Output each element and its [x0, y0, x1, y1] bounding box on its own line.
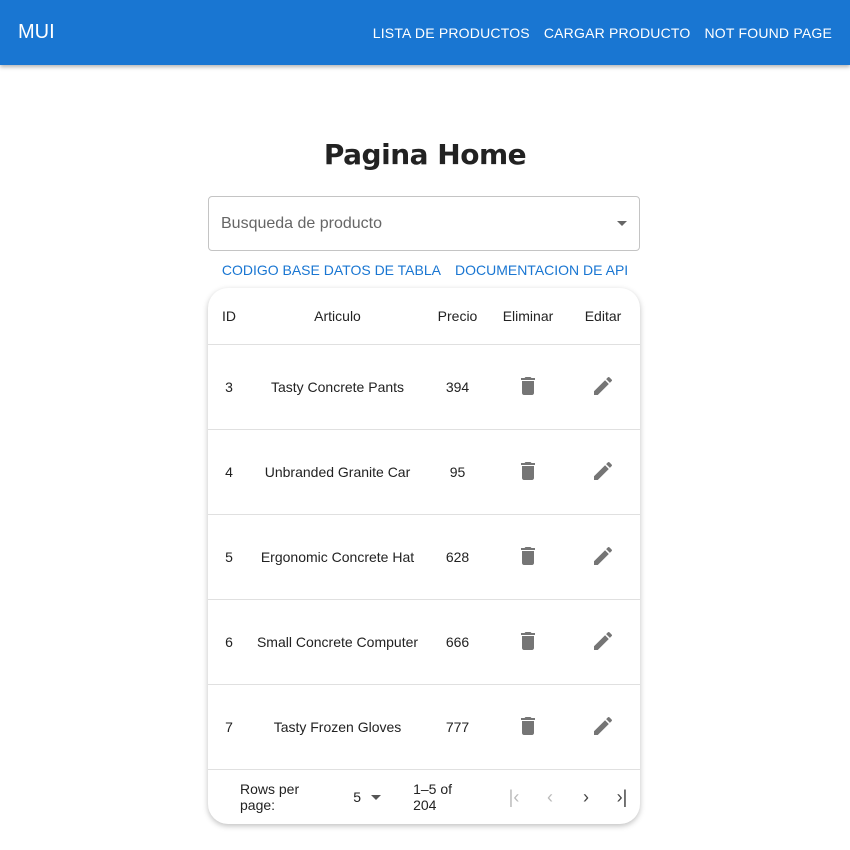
links: CODIGO BASE DATOS DE TABLA DOCUMENTACION… — [0, 262, 850, 278]
page-range: 1–5 of 204 — [413, 781, 453, 813]
pagination: Rows per page: 5 1–5 of 204 |‹ ‹ › ›| — [208, 770, 640, 824]
col-articulo: Articulo — [314, 308, 361, 324]
trash-icon[interactable] — [516, 459, 540, 486]
pencil-icon[interactable] — [591, 544, 615, 571]
cell-precio: 394 — [445, 379, 470, 395]
table-row: 5 Ergonomic Concrete Hat 628 — [208, 515, 640, 600]
cell-articulo: Unbranded Granite Car — [264, 464, 411, 480]
search-input[interactable]: Busqueda de producto — [208, 196, 640, 251]
rows-per-page-value: 5 — [353, 789, 362, 805]
col-precio: Precio — [437, 308, 478, 324]
cell-id: 5 — [225, 549, 233, 565]
cell-id: 7 — [225, 719, 233, 735]
cell-articulo: Small Concrete Computer — [256, 634, 419, 650]
col-id: ID — [222, 308, 236, 324]
pencil-icon[interactable] — [591, 459, 615, 486]
pencil-icon[interactable] — [591, 374, 615, 401]
dropdown-arrow-icon[interactable] — [617, 221, 627, 226]
link-codigo-base[interactable]: CODIGO BASE DATOS DE TABLA — [222, 262, 441, 278]
nav-lista-productos[interactable]: LISTA DE PRODUCTOS — [373, 21, 530, 45]
table-row: 6 Small Concrete Computer 666 — [208, 600, 640, 685]
trash-icon[interactable] — [516, 714, 540, 741]
logo[interactable]: MUI — [18, 21, 55, 44]
trash-icon[interactable] — [516, 629, 540, 656]
search-placeholder: Busqueda de producto — [221, 214, 383, 232]
cell-id: 6 — [225, 634, 233, 650]
products-table: ID Articulo Precio Eliminar Editar 3 Tas… — [208, 288, 640, 824]
table-row: 7 Tasty Frozen Gloves 777 — [208, 685, 640, 770]
cell-precio: 95 — [449, 464, 466, 480]
table-row: 4 Unbranded Granite Car 95 — [208, 430, 640, 515]
nav: LISTA DE PRODUCTOS CARGAR PRODUCTO NOT F… — [373, 21, 832, 45]
nav-cargar-producto[interactable]: CARGAR PRODUCTO — [544, 21, 691, 45]
prev-page-icon[interactable]: ‹ — [532, 787, 568, 808]
cell-precio: 628 — [445, 549, 470, 565]
cell-id: 4 — [225, 464, 233, 480]
pencil-icon[interactable] — [591, 629, 615, 656]
trash-icon[interactable] — [516, 374, 540, 401]
app-bar: MUI LISTA DE PRODUCTOS CARGAR PRODUCTO N… — [0, 0, 850, 65]
next-page-icon[interactable]: › — [568, 787, 604, 808]
cell-precio: 777 — [445, 719, 470, 735]
cell-articulo: Ergonomic Concrete Hat — [260, 549, 415, 565]
nav-not-found[interactable]: NOT FOUND PAGE — [704, 21, 832, 45]
col-eliminar: Eliminar — [502, 308, 554, 324]
table-header: ID Articulo Precio Eliminar Editar — [208, 288, 640, 345]
link-documentacion-api[interactable]: DOCUMENTACION DE API — [455, 262, 628, 278]
trash-icon[interactable] — [516, 544, 540, 571]
rows-per-page-select[interactable]: 5 — [353, 789, 382, 805]
col-editar: Editar — [584, 308, 622, 324]
rows-per-page-label: Rows per page: — [240, 781, 300, 813]
table-row: 3 Tasty Concrete Pants 394 — [208, 345, 640, 430]
page-title: Pagina Home — [323, 138, 527, 171]
last-page-icon[interactable]: ›| — [604, 787, 640, 808]
dropdown-arrow-icon — [371, 794, 382, 800]
cell-precio: 666 — [445, 634, 470, 650]
cell-articulo: Tasty Concrete Pants — [270, 379, 405, 395]
cell-articulo: Tasty Frozen Gloves — [273, 719, 402, 735]
first-page-icon[interactable]: |‹ — [496, 787, 532, 808]
pencil-icon[interactable] — [591, 714, 615, 741]
cell-id: 3 — [225, 379, 233, 395]
